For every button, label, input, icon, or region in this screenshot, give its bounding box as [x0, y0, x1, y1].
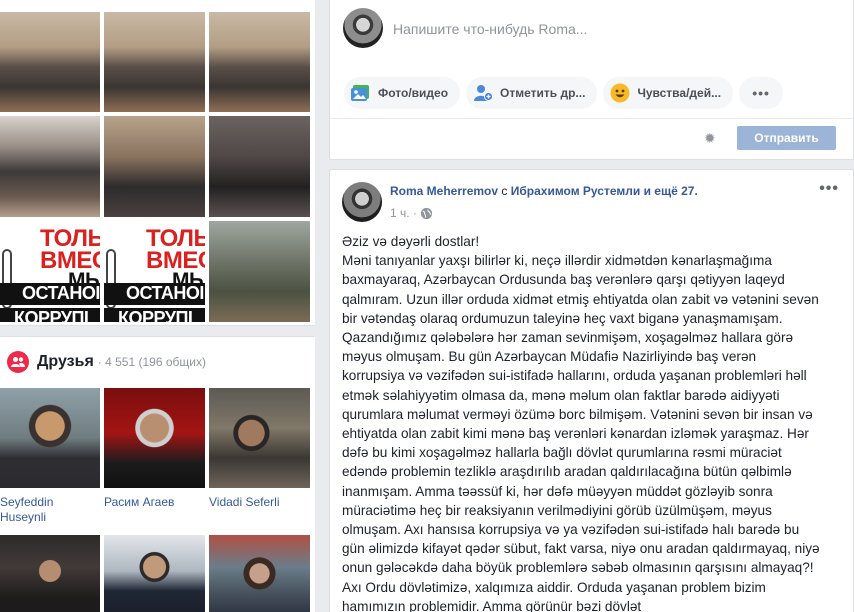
- feed-post: Roma Meherremov с Ибрахимом Рустемли и е…: [329, 169, 854, 612]
- avatar[interactable]: [342, 182, 382, 222]
- tag-friends-button[interactable]: Отметить др...: [466, 77, 598, 109]
- photo-thumbnail-poster[interactable]: ТОЛЬ ВМЕС МЫ ОСТАНОІ КОРРУПІ: [0, 221, 100, 322]
- photo-thumbnail[interactable]: [0, 116, 100, 217]
- divider: [330, 118, 853, 119]
- photo-thumbnail[interactable]: [209, 12, 310, 112]
- friend-photo[interactable]: [209, 388, 310, 488]
- friend-photo[interactable]: [104, 535, 205, 612]
- composer-actions: Фото/видео Отметить др... Чувства/дей...…: [344, 77, 784, 109]
- photo-thumbnail[interactable]: [209, 116, 310, 217]
- feeling-icon: [609, 82, 631, 104]
- post-tagged-people[interactable]: Ибрахимом Рустемли и ещё 27.: [511, 184, 698, 198]
- friend-name[interactable]: Seyfeddin Huseynli: [0, 495, 96, 525]
- composer-input[interactable]: Напишите что-нибудь Roma...: [393, 21, 587, 37]
- poster-text: КОРРУПІ: [104, 308, 205, 322]
- post-composer: Напишите что-нибудь Roma... Фото/видео О…: [329, 0, 854, 160]
- friends-count: · 4 551 (196 общих): [97, 355, 206, 369]
- poster-text: КОРРУПІ: [0, 308, 100, 322]
- post-header: Roma Meherremov с Ибрахимом Рустемли и е…: [390, 184, 698, 198]
- poster-text: ОСТАНОІ: [0, 283, 100, 305]
- friends-header[interactable]: Друзья · 4 551 (196 общих): [7, 351, 206, 373]
- poster-text: ОСТАНОІ: [104, 283, 205, 305]
- friends-card: Друзья · 4 551 (196 общих) Seyfeddin Hus…: [0, 336, 315, 612]
- post-author[interactable]: Roma Meherremov: [390, 184, 498, 198]
- friend-photo[interactable]: [0, 388, 100, 488]
- feeling-activity-button[interactable]: Чувства/дей...: [603, 77, 734, 109]
- settings-gear-icon[interactable]: ✹: [704, 130, 716, 147]
- post-body: Əziz və dəyərli dostlar! Məni tanıyanlar…: [342, 232, 820, 612]
- feeling-label: Чувства/дей...: [637, 86, 722, 100]
- photo-thumbnail[interactable]: [209, 221, 310, 322]
- photo-thumbnail[interactable]: [104, 12, 205, 112]
- post-meta: 1 ч. ·: [390, 206, 432, 220]
- friends-icon: [7, 351, 29, 373]
- friend-name[interactable]: Расим Агаев: [104, 495, 205, 510]
- send-button[interactable]: Отправить: [737, 126, 836, 150]
- friend-photo[interactable]: [209, 535, 310, 612]
- post-paragraph: Əziz və dəyərli dostlar!: [342, 234, 480, 249]
- photo-thumbnail[interactable]: [0, 12, 100, 112]
- post-with-text: с: [501, 184, 508, 198]
- globe-icon[interactable]: [420, 207, 432, 219]
- avatar[interactable]: [343, 8, 383, 48]
- photo-video-button[interactable]: Фото/видео: [344, 77, 461, 109]
- friend-photo[interactable]: [104, 388, 205, 488]
- post-paragraph: Məni tanıyanlar yaxşı bilirlər ki, neçə …: [342, 253, 820, 612]
- tag-friends-label: Отметить др...: [500, 86, 586, 100]
- photos-card: ТОЛЬ ВМЕС МЫ ОСТАНОІ КОРРУПІ ТОЛЬ ВМЕС М…: [0, 0, 315, 326]
- photo-thumbnail[interactable]: [104, 116, 205, 217]
- photo-thumbnail-poster[interactable]: ТОЛЬ ВМЕС МЫ ОСТАНОІ КОРРУПІ: [104, 221, 205, 322]
- friends-title[interactable]: Друзья: [37, 353, 94, 371]
- photo-icon: [350, 82, 372, 104]
- tag-friends-icon: [472, 82, 494, 104]
- post-timestamp[interactable]: 1 ч. ·: [390, 206, 417, 220]
- friend-name[interactable]: Vidadi Seferli: [209, 495, 310, 510]
- more-options-button[interactable]: •••: [739, 77, 784, 109]
- photo-video-label: Фото/видео: [378, 86, 449, 100]
- friend-photo[interactable]: [0, 535, 100, 612]
- post-options-button[interactable]: •••: [819, 180, 839, 198]
